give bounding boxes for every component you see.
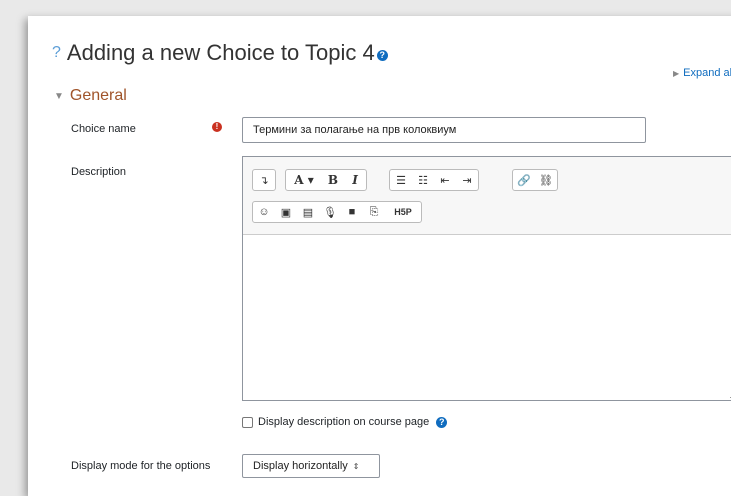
link-icon[interactable]: 🔗 xyxy=(513,170,535,190)
image-icon[interactable]: ▣ xyxy=(275,202,297,222)
display-mode-label: Display mode for the options xyxy=(71,460,211,472)
toolbar-group-lists: ☰ ☷ ⇤ ⇥ xyxy=(389,169,479,191)
choice-name-input[interactable]: Термини за полагање на прв колоквиум xyxy=(242,117,646,143)
expand-all-link[interactable]: ▶ Expand all xyxy=(673,67,731,79)
display-mode-value: Display horizontally xyxy=(253,460,348,472)
editor-toolbar: ↴ A ▾ B I ☰ ☷ ⇤ ⇥ 🔗 ⛓ ☺ ▣ ▤ 🎙 ■ ⎘ H5P xyxy=(243,157,731,235)
toolbar-group-style: A ▾ B I xyxy=(285,169,367,191)
section-general-header[interactable]: ▼ General xyxy=(54,87,127,105)
emoticon-icon[interactable]: ☺ xyxy=(253,202,275,222)
unordered-list-icon[interactable]: ☰ xyxy=(390,170,412,190)
indent-icon[interactable]: ⇥ xyxy=(456,170,478,190)
display-description-row: Display description on course page ? xyxy=(242,416,448,428)
question-circle-icon[interactable]: ? xyxy=(436,416,448,428)
caret-down-icon: ▼ xyxy=(54,90,64,102)
required-icon: ! xyxy=(212,122,222,132)
description-textarea[interactable] xyxy=(243,235,731,400)
italic-icon[interactable]: I xyxy=(344,170,366,190)
display-mode-select[interactable]: Display horizontally ⇕ xyxy=(242,454,380,478)
page-container: ? Adding a new Choice to Topic 4 ? ▶ Expa… xyxy=(28,16,731,496)
display-description-label[interactable]: Display description on course page xyxy=(258,416,429,428)
record-audio-icon[interactable]: 🎙 xyxy=(319,202,341,222)
ordered-list-icon[interactable]: ☷ xyxy=(412,170,434,190)
font-size-icon[interactable]: A ▾ xyxy=(286,170,322,190)
paragraph-icon[interactable]: ↴ xyxy=(253,170,275,190)
select-arrows-icon: ⇕ xyxy=(352,462,360,471)
record-video-icon[interactable]: ■ xyxy=(341,202,363,222)
question-circle-icon[interactable]: ? xyxy=(376,50,388,61)
page-title: ? Adding a new Choice to Topic 4 ? xyxy=(52,40,388,66)
outdent-icon[interactable]: ⇤ xyxy=(434,170,456,190)
unlink-icon[interactable]: ⛓ xyxy=(535,170,557,190)
display-description-checkbox[interactable] xyxy=(242,416,253,428)
triangle-right-icon: ▶ xyxy=(673,69,680,78)
toolbar-group-paragraph: ↴ xyxy=(252,169,276,191)
page-title-text: Adding a new Choice to Topic 4 xyxy=(66,40,375,65)
h5p-icon[interactable]: H5P xyxy=(385,202,421,222)
toolbar-group-links: 🔗 ⛓ xyxy=(512,169,558,191)
description-editor: ↴ A ▾ B I ☰ ☷ ⇤ ⇥ 🔗 ⛓ ☺ ▣ ▤ 🎙 ■ ⎘ H5P xyxy=(242,156,731,401)
help-mark-icon[interactable]: ? xyxy=(52,44,61,62)
toolbar-group-media: ☺ ▣ ▤ 🎙 ■ ⎘ H5P xyxy=(252,201,422,223)
manage-files-icon[interactable]: ⎘ xyxy=(363,202,385,222)
section-title: General xyxy=(69,87,127,104)
description-label: Description xyxy=(71,166,127,178)
choice-name-label: Choice name xyxy=(71,123,136,135)
bold-icon[interactable]: B xyxy=(322,170,344,190)
expand-all-label: Expand all xyxy=(683,67,731,79)
media-icon[interactable]: ▤ xyxy=(297,202,319,222)
